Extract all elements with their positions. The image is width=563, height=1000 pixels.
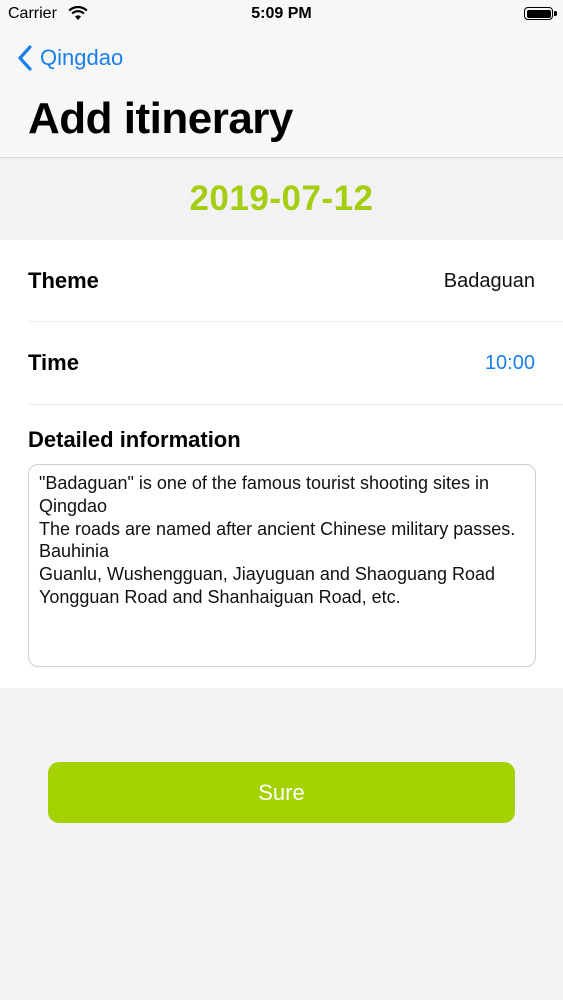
theme-label: Theme — [28, 268, 99, 293]
time-row[interactable]: Time 10:00 — [28, 322, 535, 404]
back-label: Qingdao — [40, 45, 124, 70]
status-clock: 5:09 PM — [251, 5, 312, 22]
page-title: Add itinerary — [28, 94, 293, 143]
back-button[interactable]: Qingdao — [16, 43, 123, 73]
itinerary-date: 2019-07-12 — [189, 179, 374, 218]
sure-button[interactable]: Sure — [48, 762, 515, 823]
navigation-bar: Qingdao Add itinerary — [0, 30, 563, 158]
theme-value: Badaguan — [443, 269, 535, 292]
status-bar: Carrier 5:09 PM — [0, 0, 563, 30]
time-label: Time — [28, 350, 79, 375]
detail-label: Detailed information — [28, 427, 241, 452]
detail-textarea[interactable]: "Badaguan" is one of the famous tourist … — [28, 464, 536, 667]
chevron-left-icon — [18, 45, 32, 71]
time-value[interactable]: 10:00 — [485, 352, 535, 375]
date-header: 2019-07-12 — [0, 158, 563, 240]
theme-row[interactable]: Theme Badaguan — [28, 240, 535, 322]
row-divider — [28, 404, 563, 405]
battery-icon — [524, 7, 557, 20]
itinerary-form: Theme Badaguan Time 10:00 Detailed infor… — [0, 240, 563, 688]
